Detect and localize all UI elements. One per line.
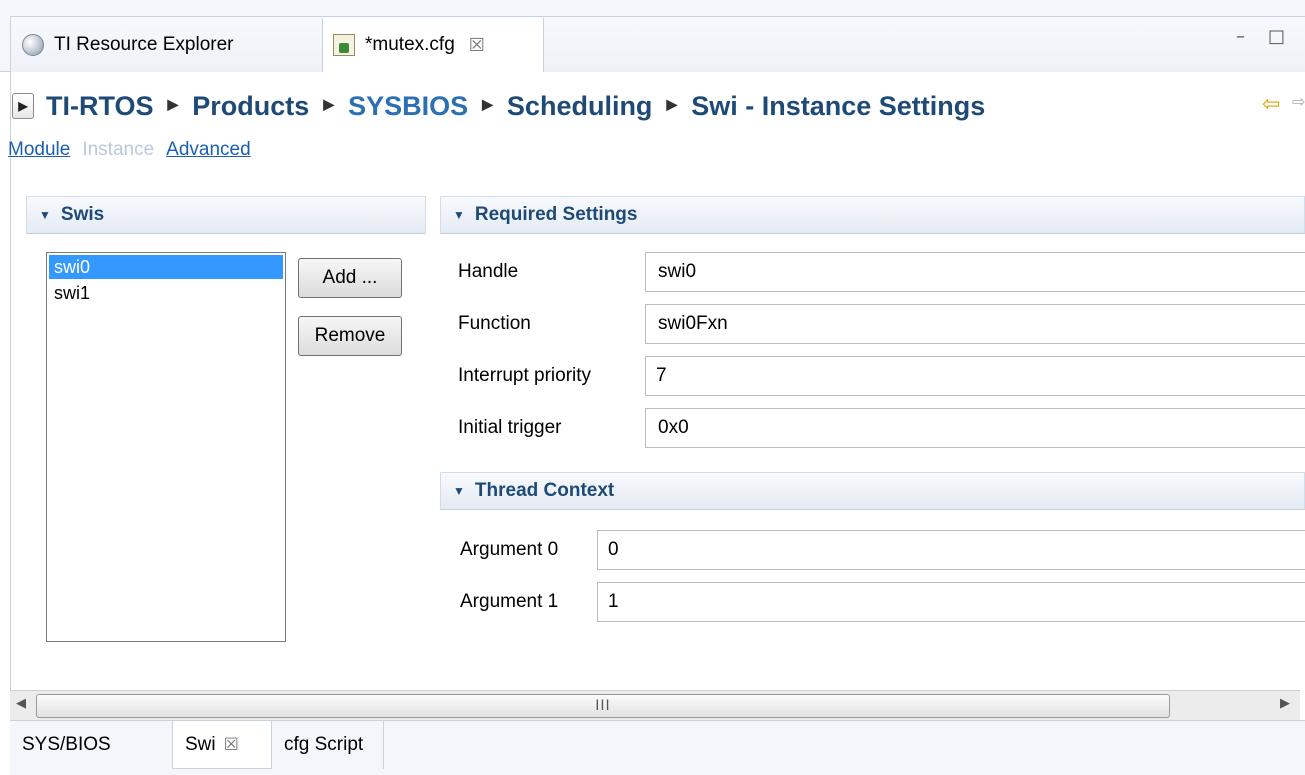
tab-label: TI Resource Explorer bbox=[54, 33, 234, 55]
list-item[interactable]: swi1 bbox=[49, 281, 283, 305]
breadcrumb-expand-icon[interactable]: ▶ bbox=[12, 93, 34, 119]
thread-context-header[interactable]: ▼ Thread Context bbox=[440, 472, 1305, 510]
scrollbar-grip: III bbox=[595, 698, 611, 714]
tab-sysbios[interactable]: SYS/BIOS bbox=[10, 721, 170, 769]
tab-label: cfg Script bbox=[284, 734, 364, 755]
collapse-triangle-icon[interactable]: ▼ bbox=[453, 484, 465, 498]
interrupt-priority-field[interactable]: 7 bbox=[645, 356, 1305, 396]
view-links: Module Instance Advanced bbox=[8, 139, 251, 161]
back-arrow-icon[interactable]: ⇦ bbox=[1262, 92, 1280, 117]
swi-instance-list[interactable]: swi0 swi1 bbox=[46, 252, 286, 642]
add-button[interactable]: Add ... bbox=[298, 258, 402, 298]
argument0-field[interactable]: 0 bbox=[597, 530, 1305, 570]
bottom-page-tabs: SYS/BIOS Swi ☒ cfg Script bbox=[10, 720, 1305, 775]
maximize-icon[interactable]: □ bbox=[1268, 26, 1285, 47]
handle-label: Handle bbox=[458, 261, 519, 282]
chevron-right-icon[interactable]: ▶ bbox=[666, 96, 677, 113]
tab-label: SYS/BIOS bbox=[22, 734, 111, 755]
breadcrumb-item-ti-rtos[interactable]: TI-RTOS bbox=[46, 91, 154, 122]
breadcrumb-item-sysbios[interactable]: SYSBIOS bbox=[348, 91, 468, 122]
argument1-field[interactable]: 1 bbox=[597, 582, 1305, 622]
tab-label: *mutex.cfg bbox=[365, 34, 455, 55]
breadcrumb-item-scheduling[interactable]: Scheduling bbox=[507, 91, 653, 122]
globe-icon bbox=[22, 33, 44, 56]
chevron-right-icon[interactable]: ▶ bbox=[482, 96, 493, 113]
required-settings-header[interactable]: ▼ Required Settings bbox=[440, 196, 1305, 234]
section-title: Swis bbox=[60, 204, 105, 225]
tab-cfg-script[interactable]: cfg Script bbox=[272, 721, 384, 769]
close-icon[interactable]: ☒ bbox=[469, 35, 485, 56]
handle-field[interactable]: swi0 bbox=[645, 252, 1305, 292]
argument0-label: Argument 0 bbox=[460, 539, 559, 560]
editor-tab-strip: TI Resource Explorer *mutex.cfg ☒ – □ bbox=[0, 0, 1305, 72]
breadcrumb-item-swi-instance-settings[interactable]: Swi - Instance Settings bbox=[691, 91, 985, 122]
interrupt-priority-label: Interrupt priority bbox=[458, 365, 592, 386]
swis-section-header[interactable]: ▼ Swis bbox=[26, 196, 426, 234]
close-icon[interactable]: ☒ bbox=[224, 735, 239, 755]
tab-ti-resource-explorer[interactable]: TI Resource Explorer bbox=[12, 18, 317, 71]
remove-button[interactable]: Remove bbox=[298, 316, 402, 356]
collapse-triangle-icon[interactable]: ▼ bbox=[453, 208, 465, 222]
list-item[interactable]: swi0 bbox=[49, 255, 283, 279]
breadcrumb: ▶ TI-RTOS ▶ Products ▶ SYSBIOS ▶ Schedul… bbox=[12, 86, 985, 126]
forward-arrow-icon[interactable]: ⇨ bbox=[1292, 92, 1305, 111]
horizontal-scrollbar[interactable]: ◀ III ▶ bbox=[10, 690, 1300, 720]
config-file-icon bbox=[333, 34, 355, 56]
section-title: Required Settings bbox=[474, 204, 638, 225]
tab-label: Swi bbox=[185, 733, 216, 755]
tab-swi[interactable]: Swi ☒ bbox=[172, 721, 272, 769]
collapse-triangle-icon[interactable]: ▼ bbox=[39, 208, 51, 222]
function-field[interactable]: swi0Fxn bbox=[645, 304, 1305, 344]
minimize-icon[interactable]: – bbox=[1236, 26, 1245, 47]
initial-trigger-field[interactable]: 0x0 bbox=[645, 408, 1305, 448]
breadcrumb-item-products[interactable]: Products bbox=[192, 91, 309, 122]
tab-mutex-cfg[interactable]: *mutex.cfg ☒ bbox=[322, 18, 544, 72]
editor-border bbox=[10, 72, 11, 722]
argument1-label: Argument 1 bbox=[460, 591, 559, 612]
advanced-link[interactable]: Advanced bbox=[166, 139, 251, 161]
chevron-right-icon[interactable]: ▶ bbox=[323, 96, 334, 113]
chevron-right-icon[interactable]: ▶ bbox=[168, 96, 179, 113]
instance-link: Instance bbox=[82, 139, 155, 160]
initial-trigger-label: Initial trigger bbox=[458, 417, 562, 438]
scrollbar-thumb[interactable]: III bbox=[36, 694, 1170, 718]
function-label: Function bbox=[458, 313, 531, 334]
module-link[interactable]: Module bbox=[8, 139, 70, 161]
scroll-right-icon[interactable]: ▶ bbox=[1280, 696, 1290, 711]
scroll-left-icon[interactable]: ◀ bbox=[16, 696, 26, 711]
section-title: Thread Context bbox=[474, 480, 615, 501]
